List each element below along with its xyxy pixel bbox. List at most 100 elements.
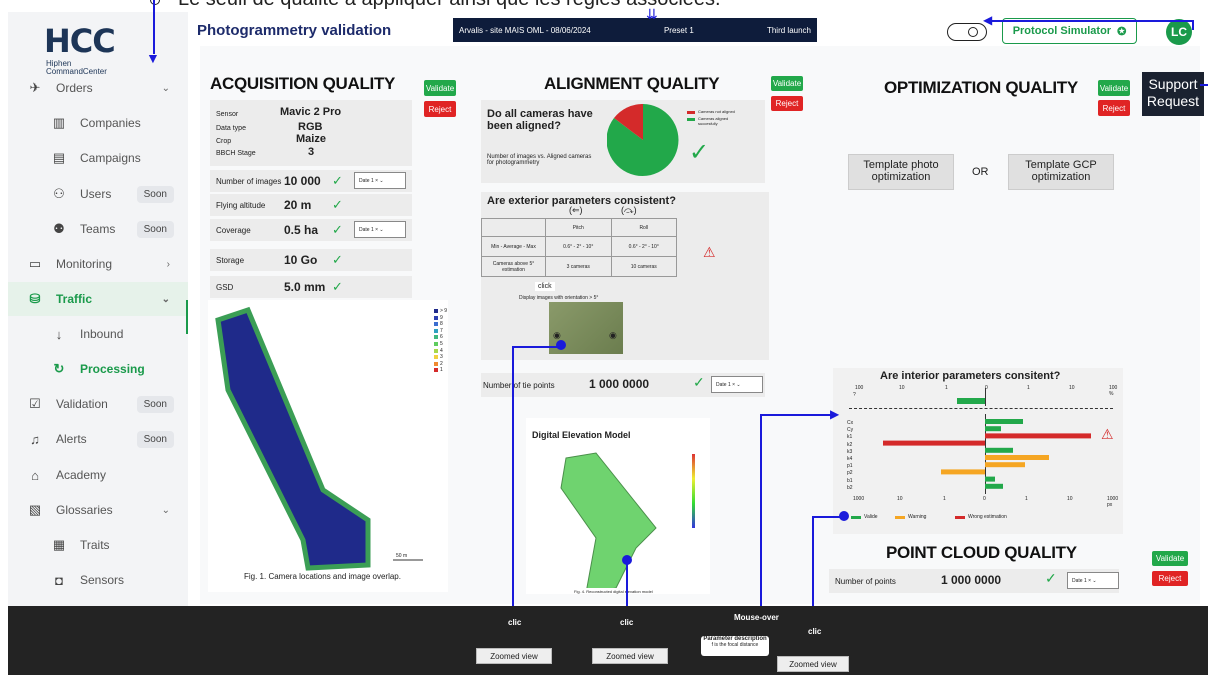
display-text: Display images with orientation > 5° xyxy=(519,295,599,301)
metric-value: 20 m xyxy=(284,198,312,212)
check-doc-icon: ☑ xyxy=(29,396,41,411)
sidebar-item-traffic[interactable]: ⛁ Traffic ⌄ xyxy=(8,282,188,316)
sidebar-item-alerts[interactable]: ♫ Alerts Soon xyxy=(8,422,188,456)
warning-icon: ⚠ xyxy=(1101,426,1114,442)
zoomed-view-button[interactable]: Zoomed view xyxy=(476,648,552,664)
pitch-above5: 3 cameras xyxy=(545,256,612,277)
sidebar-item-companies[interactable]: ▥ Companies xyxy=(8,106,188,140)
metric-value: 5.0 mm xyxy=(284,280,326,294)
building-icon: ▥ xyxy=(52,115,66,130)
align-reject-button[interactable]: Reject xyxy=(771,96,803,111)
sidebar-item-users[interactable]: ⚇ Users Soon xyxy=(8,177,188,211)
annotation-line xyxy=(512,346,560,348)
template-gcp-button[interactable]: Template GCP optimization xyxy=(1008,154,1114,190)
sidebar-item-label: Glossaries xyxy=(56,503,113,517)
bbch-value: 3 xyxy=(308,146,315,158)
bullet-text: Le seuil de qualité à appliquer ainsi qu… xyxy=(150,0,721,11)
acq-reject-button[interactable]: Reject xyxy=(424,101,456,117)
soon-badge: Soon xyxy=(136,395,174,413)
launch-label: Third launch xyxy=(766,25,811,35)
check-icon: ✓ xyxy=(332,222,343,237)
legend-red-swatch xyxy=(687,111,695,114)
arrow-down-icon: ↓ xyxy=(55,326,63,342)
param-bar xyxy=(985,455,1049,460)
comparison-select[interactable]: Date 1 × ⌄ xyxy=(711,376,763,393)
sidebar-item-traits[interactable]: ▦ Traits xyxy=(8,528,188,562)
annotation-line xyxy=(512,346,514,616)
legend-item: 1 xyxy=(434,367,443,373)
legend-item: 9 xyxy=(434,315,443,321)
acq-validate-button[interactable]: Validate xyxy=(424,80,456,96)
opt-validate-button[interactable]: Validate xyxy=(1098,80,1130,96)
sidebar-item-teams[interactable]: ⚉ Teams Soon xyxy=(8,212,188,246)
sidebar-item-glossaries[interactable]: ▧ Glossaries ⌄ xyxy=(8,493,188,527)
arrow-left-icon: ◀ xyxy=(983,13,993,27)
context-bar: Arvalis - site MAIS OML - 08/06/2024 Pre… xyxy=(453,18,817,42)
param-bar xyxy=(985,433,1091,439)
acq-metric-row: Number of images 10 000 ✓ Date 1 × ⌄ xyxy=(210,170,412,192)
row-minmax: Min - Average - Max xyxy=(481,236,546,257)
sidebar-item-orders[interactable]: ✈ Orders ⌄ xyxy=(8,71,188,105)
zoomed-view-button[interactable]: Zoomed view xyxy=(592,648,668,664)
sidebar-item-academy[interactable]: ⌂ Academy xyxy=(8,458,188,492)
click-annotation: click xyxy=(535,282,555,291)
camera-map-figure[interactable]: 50 m Fig. 1. Camera locations and image … xyxy=(208,300,448,592)
dem-figure[interactable]: Digital Elevation Model Fig. 4. Reconstr… xyxy=(526,418,710,594)
cameras-aligned-card: Do all cameras have been aligned? Number… xyxy=(481,100,765,183)
avatar[interactable]: LC xyxy=(1166,19,1192,45)
sidebar-item-label: Companies xyxy=(80,116,141,130)
comparison-select[interactable]: Date 1 × ⌄ xyxy=(354,172,406,189)
comparison-select[interactable]: Date 1 × ⌄ xyxy=(1067,572,1119,589)
legend-not-aligned: Cameras not aligned xyxy=(698,109,735,114)
camera-icon: ◘ xyxy=(55,572,63,588)
sidebar-item-inbound[interactable]: ↓ Inbound xyxy=(8,317,188,351)
param-bar xyxy=(883,440,985,446)
legend-item: 2 xyxy=(434,361,443,367)
param-bar xyxy=(985,447,1013,453)
template-photo-button[interactable]: Template photo optimization xyxy=(848,154,954,190)
annotation-line xyxy=(760,414,836,416)
annotation-dot xyxy=(622,555,632,565)
clic-label-3: clic xyxy=(808,627,822,636)
tick-label: 10 xyxy=(897,496,903,502)
sidebar-item-processing[interactable]: ↻ Processing xyxy=(8,352,188,386)
param-label: k3 xyxy=(847,448,853,455)
datatype-value: RGB xyxy=(298,121,323,133)
crop-value: Maize xyxy=(296,133,326,145)
check-icon: ✓ xyxy=(1045,570,1057,586)
align-validate-button[interactable]: Validate xyxy=(771,76,803,91)
opt-reject-button[interactable]: Reject xyxy=(1098,100,1130,116)
zoomed-view-button[interactable]: Zoomed view xyxy=(777,656,849,672)
mode-toggle[interactable] xyxy=(947,23,987,41)
teams-icon: ⚉ xyxy=(53,221,65,236)
param-label: k2 xyxy=(847,441,853,448)
pc-validate-button[interactable]: Validate xyxy=(1152,551,1188,566)
annotation-line xyxy=(992,20,1192,22)
legend-item: 3 xyxy=(434,354,443,360)
pitch-minmax: 0.6° - 2° - 10° xyxy=(545,236,612,257)
sidebar-item-label: Validation xyxy=(56,397,108,411)
traffic-icon: ⛁ xyxy=(29,291,41,306)
pc-reject-button[interactable]: Reject xyxy=(1152,571,1188,586)
sidebar-item-label: Academy xyxy=(56,468,107,482)
roll-minmax: 0.6° - 2° - 10° xyxy=(610,236,677,257)
annotation-line xyxy=(1200,84,1208,86)
crop-label: Crop xyxy=(216,138,232,145)
legend-item: > 9 xyxy=(434,308,447,314)
param-bar xyxy=(985,419,1023,424)
sidebar-item-sensors[interactable]: ◘ Sensors xyxy=(8,563,188,597)
comparison-select[interactable]: Date 1 × ⌄ xyxy=(354,221,406,238)
legend-item: Valide xyxy=(851,514,878,520)
next-icon[interactable]: ◉ xyxy=(609,330,617,341)
sidebar-item-campaigns[interactable]: ▤ Campaigns xyxy=(8,141,188,175)
support-request-button[interactable]: Support Request xyxy=(1142,72,1204,116)
clic-label-2: clic xyxy=(620,618,634,627)
sidebar-item-monitoring[interactable]: ▭ Monitoring › xyxy=(8,247,188,281)
tick-label: 1000 xyxy=(853,496,865,502)
param-label: p1 xyxy=(847,463,853,470)
sidebar-item-label: Inbound xyxy=(80,327,124,341)
logo[interactable]: HCC Hiphen CommandCenter xyxy=(44,22,144,76)
preset-label[interactable]: Preset 1 xyxy=(664,26,694,35)
or-label: OR xyxy=(972,166,989,178)
sidebar-item-validation[interactable]: ☑ Validation Soon xyxy=(8,387,188,421)
